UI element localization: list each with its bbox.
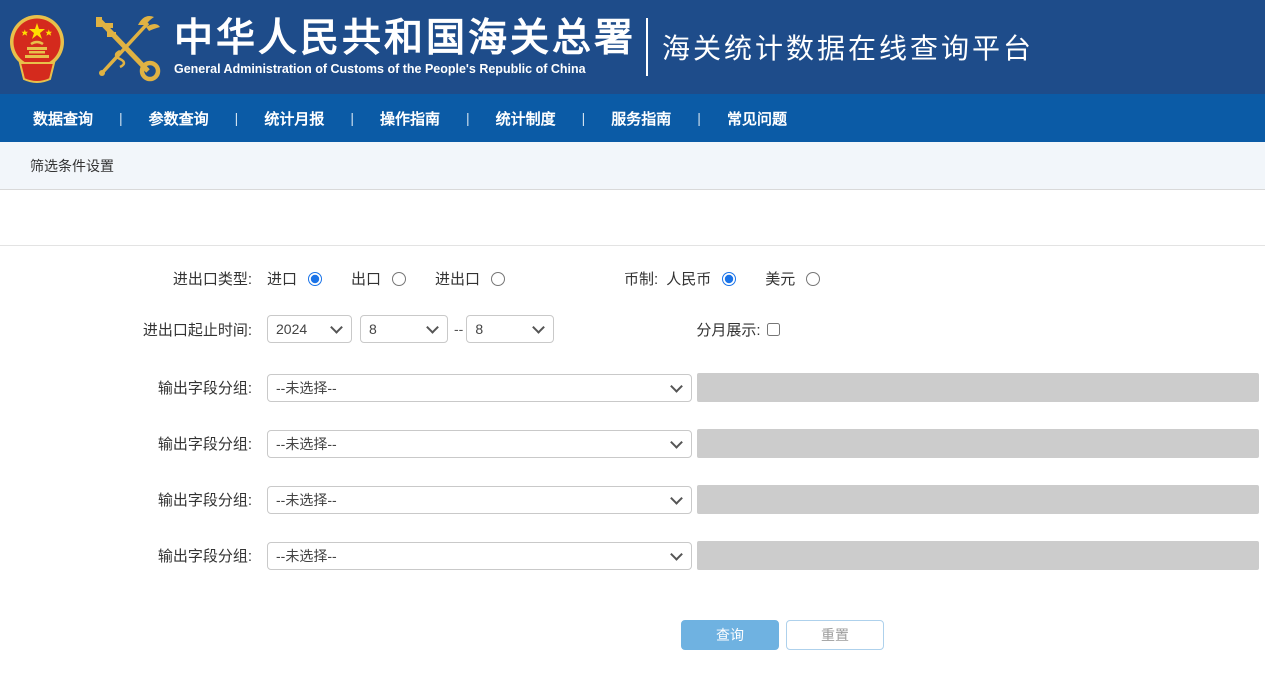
nav-separator: | (350, 110, 354, 126)
output-group-row-4: 输出字段分组: --未选择-- (0, 541, 1265, 570)
start-month-select[interactable]: 8 (360, 315, 448, 343)
output-group-label: 输出字段分组: (0, 545, 267, 566)
output-group-select-1[interactable]: --未选择-- (267, 374, 692, 402)
customs-logo-icon (86, 11, 164, 83)
trade-type-label: 进出口类型: (0, 268, 267, 289)
nav-item-operation-guide[interactable]: 操作指南 (380, 108, 440, 129)
trade-type-export-radio[interactable] (392, 272, 406, 286)
national-emblem-icon (8, 11, 66, 83)
nav-item-monthly-report[interactable]: 统计月报 (264, 108, 324, 129)
trade-type-option-both[interactable]: 进出口 (435, 268, 505, 289)
monthly-display-checkbox[interactable] (767, 323, 780, 336)
output-group-row-2: 输出字段分组: --未选择-- (0, 429, 1265, 458)
nav-item-data-query[interactable]: 数据查询 (33, 108, 93, 129)
trade-type-option-export[interactable]: 出口 (351, 268, 406, 289)
filter-section-title: 筛选条件设置 (30, 156, 114, 176)
currency-label: 币制: (624, 268, 658, 289)
main-nav: 数据查询 | 参数查询 | 统计月报 | 操作指南 | 统计制度 | 服务指南 … (0, 94, 1265, 142)
filter-section-bar: 筛选条件设置 (0, 142, 1265, 190)
output-group-label: 输出字段分组: (0, 489, 267, 510)
currency-usd-radio[interactable] (806, 272, 820, 286)
section-divider (0, 190, 1265, 246)
trade-type-import-radio[interactable] (308, 272, 322, 286)
end-month-select[interactable]: 8 (466, 315, 554, 343)
org-subtitle: General Administration of Customs of the… (174, 62, 636, 76)
currency-rmb-radio[interactable] (722, 272, 736, 286)
output-group-disabled-input-4 (697, 541, 1259, 570)
output-group-disabled-input-2 (697, 429, 1259, 458)
nav-item-service-guide[interactable]: 服务指南 (611, 108, 671, 129)
trade-type-option-import[interactable]: 进口 (267, 268, 322, 289)
date-range-row: 进出口起止时间: 2024 8 -- 8 分月展示: (0, 315, 1265, 343)
output-group-row-1: 输出字段分组: --未选择-- (0, 373, 1265, 402)
output-group-disabled-input-3 (697, 485, 1259, 514)
output-group-disabled-input-1 (697, 373, 1259, 402)
platform-title: 海关统计数据在线查询平台 (662, 27, 1034, 67)
output-group-select-2[interactable]: --未选择-- (267, 430, 692, 458)
nav-separator: | (119, 110, 123, 126)
monthly-display-label: 分月展示: (696, 319, 760, 340)
output-group-row-3: 输出字段分组: --未选择-- (0, 485, 1265, 514)
reset-button[interactable]: 重置 (786, 620, 884, 650)
form-actions: 查询 重置 (0, 620, 1265, 650)
output-group-select-4[interactable]: --未选择-- (267, 542, 692, 570)
year-select[interactable]: 2024 (267, 315, 352, 343)
header-divider (646, 18, 648, 76)
header: 中华人民共和国海关总署 General Administration of Cu… (0, 0, 1265, 94)
query-form: 进出口类型: 进口 出口 进出口 币制: 人民币 美元 进出口起止时间: 202… (0, 246, 1265, 650)
output-group-label: 输出字段分组: (0, 377, 267, 398)
org-title-block: 中华人民共和国海关总署 General Administration of Cu… (174, 18, 636, 77)
nav-separator: | (466, 110, 470, 126)
output-group-label: 输出字段分组: (0, 433, 267, 454)
date-range-label: 进出口起止时间: (0, 319, 267, 340)
nav-separator: | (697, 110, 701, 126)
org-title: 中华人民共和国海关总署 (174, 18, 636, 61)
output-group-select-3[interactable]: --未选择-- (267, 486, 692, 514)
nav-separator: | (235, 110, 239, 126)
nav-item-param-query[interactable]: 参数查询 (149, 108, 209, 129)
currency-option-rmb[interactable]: 人民币 (666, 268, 736, 289)
trade-type-row: 进出口类型: 进口 出口 进出口 币制: 人民币 美元 (0, 268, 1265, 289)
date-range-separator: -- (454, 321, 463, 337)
nav-item-faq[interactable]: 常见问题 (727, 108, 787, 129)
trade-type-both-radio[interactable] (491, 272, 505, 286)
nav-item-statistics-system[interactable]: 统计制度 (496, 108, 556, 129)
currency-option-usd[interactable]: 美元 (765, 268, 820, 289)
query-button[interactable]: 查询 (681, 620, 779, 650)
nav-separator: | (582, 110, 586, 126)
